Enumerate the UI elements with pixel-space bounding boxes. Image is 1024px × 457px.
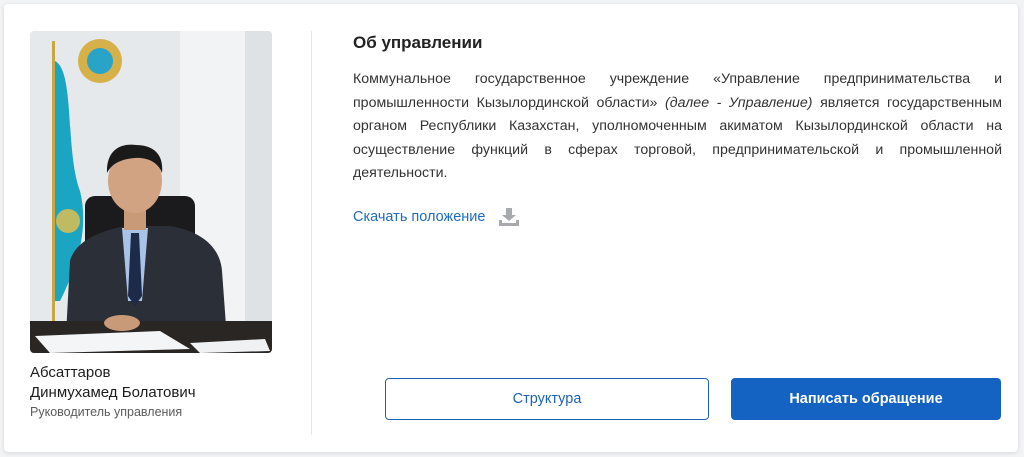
download-label[interactable]: Скачать положение: [353, 209, 485, 225]
column-divider: [311, 31, 312, 435]
write-appeal-button[interactable]: Написать обращение: [731, 378, 1001, 420]
about-description: Коммунальное государственное учреждение …: [353, 68, 1002, 186]
structure-button[interactable]: Структура: [385, 378, 709, 420]
leader-role: Руководитель управления: [30, 405, 183, 419]
write-appeal-button-label: Написать обращение: [789, 391, 943, 407]
about-card: Абсаттаров Динмухамед Болатович Руководи…: [4, 4, 1018, 452]
leader-name: Абсаттаров Динмухамед Болатович: [30, 363, 300, 403]
leader-given-name: Динмухамед Болатович: [30, 384, 196, 401]
download-regulation-link[interactable]: Скачать положение: [353, 206, 520, 228]
description-italic: (далее - Управление): [665, 94, 813, 111]
leader-photo: [30, 31, 272, 353]
section-title: Об управлении: [353, 33, 483, 52]
download-icon[interactable]: [499, 208, 520, 226]
leader-surname: Абсаттаров: [30, 364, 111, 381]
structure-button-label: Структура: [512, 391, 582, 407]
